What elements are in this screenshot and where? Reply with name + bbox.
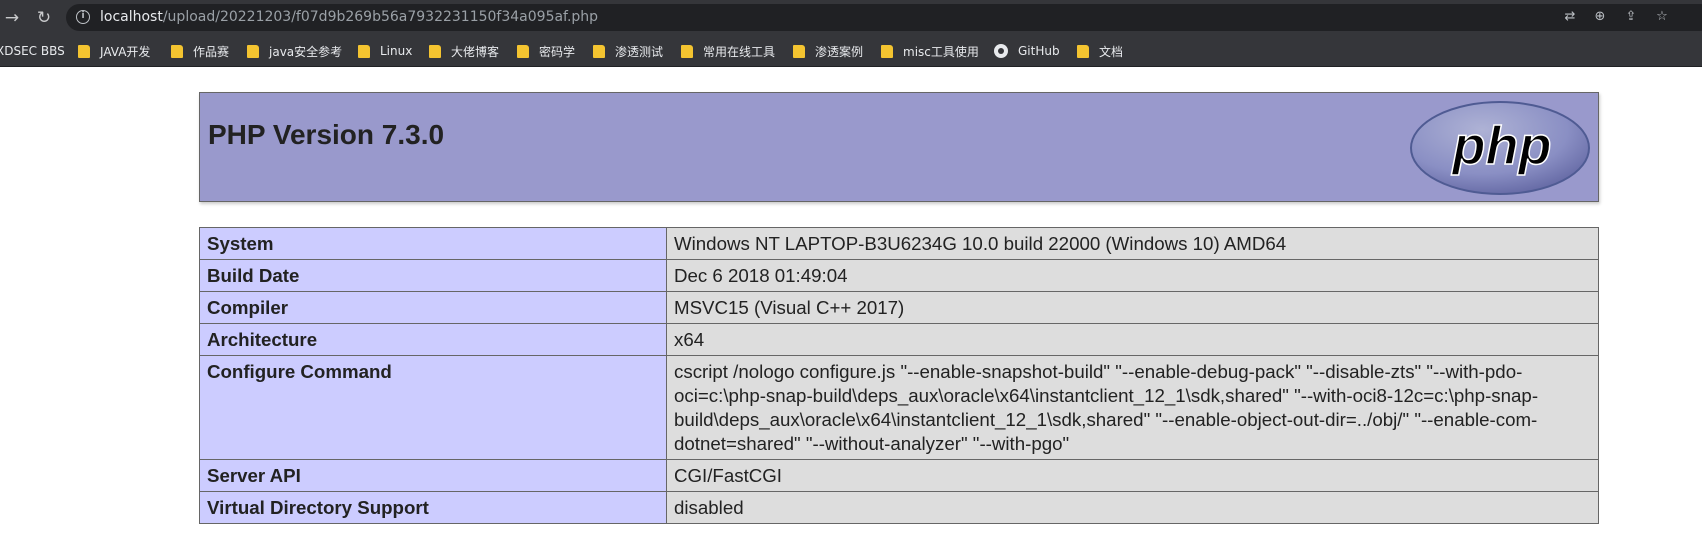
bookmark-blogs[interactable]: 大佬博客 <box>429 43 499 59</box>
folder-icon <box>78 44 90 58</box>
bookmark-label: 文档 <box>1099 44 1124 59</box>
url-text[interactable]: localhost/upload/20221203/f07d9b269b56a7… <box>100 8 598 26</box>
table-row: Server API CGI/FastCGI <box>199 459 1599 492</box>
bookmark-label: misc工具使用 <box>903 44 979 59</box>
bookmark-label: XDSEC BBS <box>0 44 65 58</box>
bookmark-works[interactable]: 作品赛 <box>171 43 229 59</box>
folder-icon <box>681 44 693 58</box>
table-row: System Windows NT LAPTOP-B3U6234G 10.0 b… <box>199 227 1599 260</box>
bookmark-crypto[interactable]: 密码学 <box>517 43 575 59</box>
bookmark-docs[interactable]: 文档 <box>1077 43 1123 59</box>
zoom-icon[interactable]: ⊕ <box>1591 8 1609 26</box>
row-key: System <box>199 227 667 260</box>
row-key: Configure Command <box>199 355 667 460</box>
bookmark-label: GitHub <box>1018 44 1060 58</box>
url-path: /upload/20221203/f07d9b269b56a7932231150… <box>162 9 599 25</box>
php-logo[interactable]: php <box>1409 100 1591 196</box>
folder-icon <box>358 44 370 58</box>
bookmarks-bar: XDSEC BBS JAVA开发 作品赛 java安全参考 Linux 大佬博客… <box>0 35 1702 67</box>
table-row: Configure Command cscript /nologo config… <box>199 355 1599 460</box>
table-row: Compiler MSVC15 (Visual C++ 2017) <box>199 291 1599 324</box>
bookmark-label: 作品赛 <box>193 44 230 59</box>
php-header: PHP Version 7.3.0 php <box>199 92 1599 202</box>
bookmark-label: 常用在线工具 <box>703 44 776 59</box>
row-value: Windows NT LAPTOP-B3U6234G 10.0 build 22… <box>666 227 1599 260</box>
folder-icon <box>793 44 805 58</box>
bookmark-online-tools[interactable]: 常用在线工具 <box>681 43 775 59</box>
url-host: localhost <box>100 9 163 25</box>
bookmark-java-dev[interactable]: JAVA开发 <box>78 43 150 59</box>
folder-icon <box>517 44 529 58</box>
bookmark-linux[interactable]: Linux <box>358 43 412 59</box>
table-row: Virtual Directory Support disabled <box>199 491 1599 524</box>
bookmark-label: 渗透测试 <box>615 44 664 59</box>
info-table: System Windows NT LAPTOP-B3U6234G 10.0 b… <box>199 227 1599 524</box>
table-row: Build Date Dec 6 2018 01:49:04 <box>199 259 1599 292</box>
bookmark-xdsec-bbs[interactable]: XDSEC BBS <box>0 43 65 59</box>
browser-toolbar: → ↻ i localhost/upload/20221203/f07d9b26… <box>0 0 1702 35</box>
page-title: PHP Version 7.3.0 <box>208 119 445 150</box>
row-value: disabled <box>666 491 1599 524</box>
row-value: Dec 6 2018 01:49:04 <box>666 259 1599 292</box>
bookmark-pentest[interactable]: 渗透测试 <box>593 43 663 59</box>
share-icon[interactable]: ⇪ <box>1622 8 1640 26</box>
bookmark-label: 密码学 <box>539 44 576 59</box>
row-value: MSVC15 (Visual C++ 2017) <box>666 291 1599 324</box>
bookmark-label: 渗透案例 <box>815 44 864 59</box>
reload-icon[interactable]: ↻ <box>32 6 56 30</box>
folder-icon <box>593 44 605 58</box>
logo-text: php <box>1451 116 1552 176</box>
row-value: cscript /nologo configure.js "--enable-s… <box>666 355 1599 460</box>
page-content: PHP Version 7.3.0 php System Windows NT … <box>0 68 1702 556</box>
table-row: Architecture x64 <box>199 323 1599 356</box>
row-key: Compiler <box>199 291 667 324</box>
translate-icon[interactable]: ⇄ <box>1561 8 1579 26</box>
bookmark-label: 大佬博客 <box>451 44 500 59</box>
bookmark-star-icon[interactable]: ☆ <box>1653 8 1671 26</box>
folder-icon <box>429 44 441 58</box>
folder-icon <box>247 44 259 58</box>
row-key: Architecture <box>199 323 667 356</box>
bookmark-label: java安全参考 <box>269 44 343 59</box>
bookmark-label: Linux <box>380 44 413 58</box>
folder-icon <box>1077 44 1089 58</box>
bookmark-java-security[interactable]: java安全参考 <box>247 43 342 59</box>
row-value: x64 <box>666 323 1599 356</box>
bookmark-pentest-cases[interactable]: 渗透案例 <box>793 43 863 59</box>
row-key: Build Date <box>199 259 667 292</box>
bookmark-misc-tools[interactable]: misc工具使用 <box>881 43 979 59</box>
row-key: Virtual Directory Support <box>199 491 667 524</box>
bookmark-github[interactable]: GitHub <box>994 43 1060 59</box>
site-info-icon[interactable]: i <box>76 10 90 24</box>
bookmark-label: JAVA开发 <box>100 44 151 59</box>
folder-icon <box>171 44 183 58</box>
folder-icon <box>881 44 893 58</box>
row-key: Server API <box>199 459 667 492</box>
row-value: CGI/FastCGI <box>666 459 1599 492</box>
forward-arrow-icon[interactable]: → <box>0 6 24 30</box>
address-bar[interactable]: i localhost/upload/20221203/f07d9b269b56… <box>66 4 1702 31</box>
github-icon <box>994 44 1008 58</box>
